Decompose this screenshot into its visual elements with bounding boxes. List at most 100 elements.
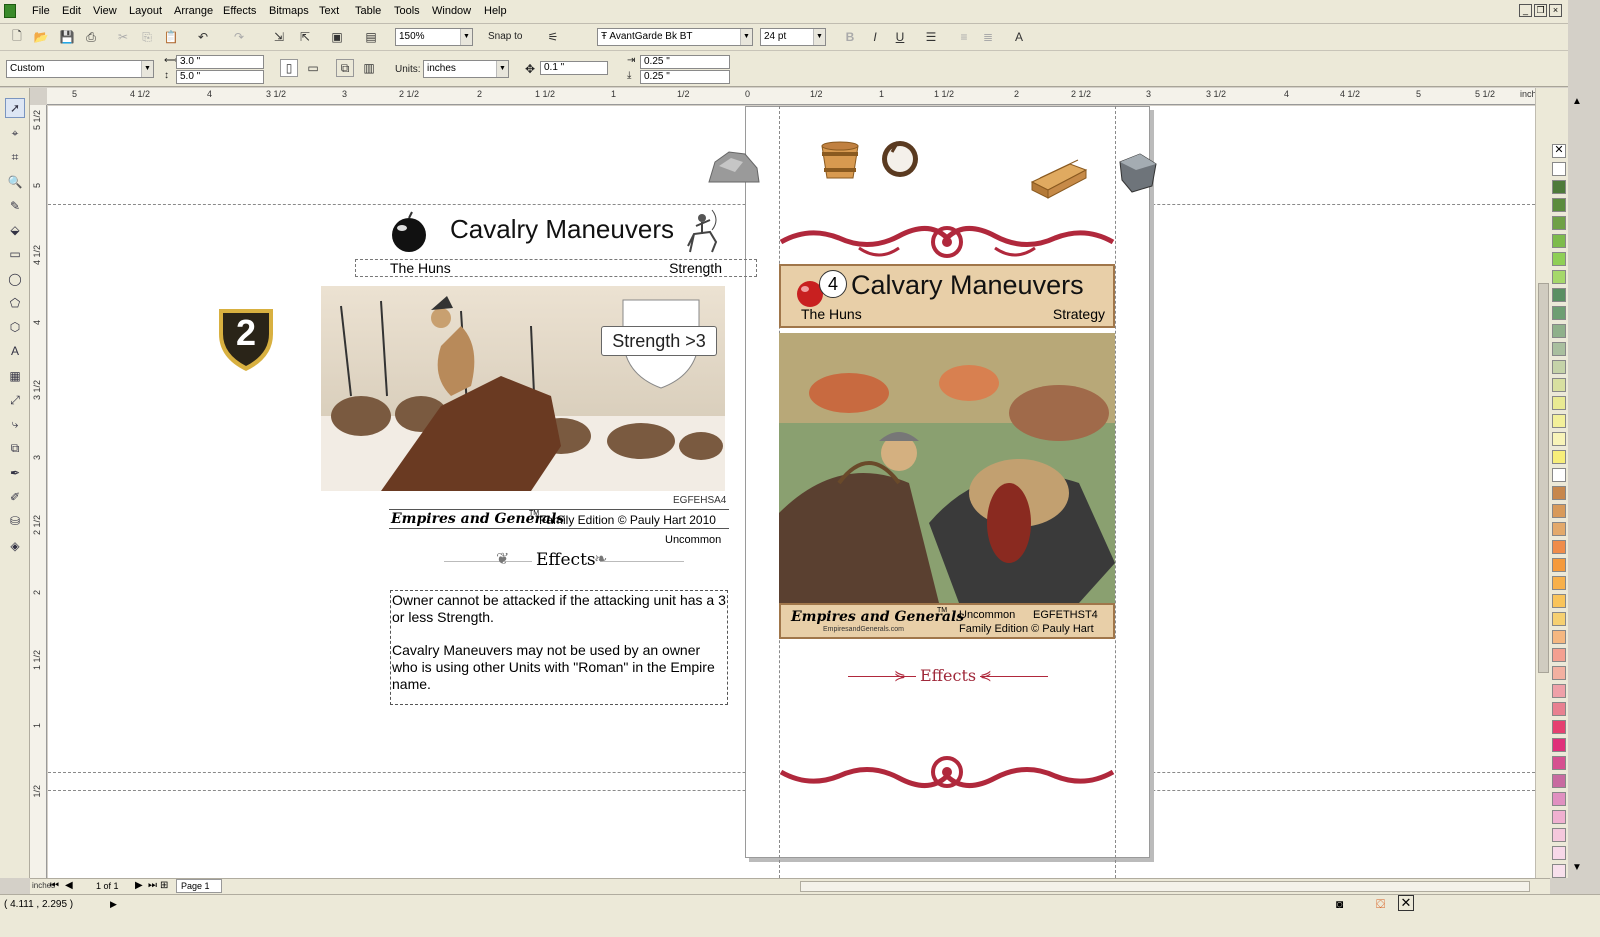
fill-indicator-icon[interactable]: ⛋ (1376, 897, 1385, 912)
connector-tool-icon[interactable]: ⤷ (5, 414, 25, 434)
color-swatch[interactable] (1552, 342, 1566, 356)
menu-effects[interactable]: Effects (223, 5, 256, 17)
no-color-swatch-icon[interactable]: ✕ (1552, 144, 1566, 158)
stone-block-icon[interactable] (1116, 150, 1160, 194)
status-expand-icon[interactable]: ▶ (110, 899, 117, 910)
color-swatch[interactable] (1552, 306, 1566, 320)
color-swatch[interactable] (1552, 414, 1566, 428)
color-swatch[interactable] (1552, 486, 1566, 500)
underline-icon[interactable]: U (891, 28, 909, 46)
paragraph-alignment-icon[interactable]: ☰ (922, 28, 940, 46)
color-swatch[interactable] (1552, 450, 1566, 464)
export-icon[interactable]: ⇱ (296, 28, 314, 46)
rectangle-tool-icon[interactable]: ▭ (5, 244, 25, 264)
edit-text-icon[interactable]: A (1010, 28, 1028, 46)
ellipse-tool-icon[interactable]: ◯ (5, 269, 25, 289)
menu-bitmaps[interactable]: Bitmaps (269, 5, 309, 17)
prev-page-icon[interactable]: ◀ (65, 880, 73, 891)
horizontal-scroll-track[interactable] (800, 881, 1530, 892)
color-swatch[interactable] (1552, 432, 1566, 446)
color-swatch[interactable] (1552, 630, 1566, 644)
nudge-distance-field[interactable]: 0.1 " (540, 61, 608, 75)
menu-arrange[interactable]: Arrange (174, 5, 213, 17)
polygon-tool-icon[interactable]: ⬠ (5, 293, 25, 313)
flour-bag-icon[interactable] (878, 136, 922, 180)
color-swatch[interactable] (1552, 684, 1566, 698)
drop-cap-icon[interactable]: ≣ (979, 28, 997, 46)
outline-tool-icon[interactable]: ✐ (5, 487, 25, 507)
color-swatch[interactable] (1552, 180, 1566, 194)
color-swatch[interactable] (1552, 738, 1566, 752)
current-page-icon[interactable]: ▥ (360, 59, 378, 77)
document-info-icon[interactable]: ◙ (1336, 897, 1343, 911)
drawing-canvas[interactable]: Cavalry Maneuvers The Huns Strength 2 St… (48, 106, 1550, 878)
color-swatch[interactable] (1552, 504, 1566, 518)
smart-fill-tool-icon[interactable]: ⬙ (5, 220, 25, 240)
bullet-list-icon[interactable]: ≡ (955, 28, 973, 46)
bold-icon[interactable]: B (841, 28, 859, 46)
basic-shapes-tool-icon[interactable]: ⬡ (5, 317, 25, 337)
wooden-bucket-icon[interactable] (818, 140, 862, 182)
vertical-scrollbar[interactable] (1535, 88, 1550, 878)
menu-edit[interactable]: Edit (62, 5, 81, 17)
color-swatch[interactable] (1552, 558, 1566, 572)
color-swatch[interactable] (1552, 666, 1566, 680)
interactive-fill-tool-icon[interactable]: ◈ (5, 536, 25, 556)
right-card-footer[interactable]: Empires and Generals TM EmpiresandGenera… (779, 603, 1115, 639)
import-icon[interactable]: ⇲ (270, 28, 288, 46)
color-swatch[interactable] (1552, 252, 1566, 266)
next-page-icon[interactable]: ▶ (135, 880, 143, 891)
crop-tool-icon[interactable]: ⌗ (5, 147, 25, 167)
color-swatch[interactable] (1552, 612, 1566, 626)
open-icon[interactable]: 📂 (32, 28, 50, 46)
last-page-icon[interactable]: ⏭ (148, 880, 157, 891)
left-card-effects-textbox[interactable]: Owner cannot be attacked if the attackin… (390, 590, 728, 705)
color-swatch[interactable] (1552, 828, 1566, 842)
color-swatch[interactable] (1552, 720, 1566, 734)
color-swatch[interactable] (1552, 648, 1566, 662)
color-swatch[interactable] (1552, 360, 1566, 374)
palette-scroll-up-icon[interactable]: ▲ (1572, 96, 1582, 107)
duplicate-distance-y-field[interactable]: 0.25 " (640, 70, 730, 84)
landscape-icon[interactable]: ▭ (304, 59, 322, 77)
duplicate-distance-x-field[interactable]: 0.25 " (640, 55, 730, 69)
add-page-icon[interactable]: ⊞ (160, 880, 168, 891)
menu-window[interactable]: Window (432, 5, 471, 17)
color-swatch[interactable] (1552, 198, 1566, 212)
paste-icon[interactable]: 📋 (162, 28, 180, 46)
all-pages-icon[interactable]: ⧉ (336, 59, 354, 77)
menu-view[interactable]: View (93, 5, 117, 17)
menu-layout[interactable]: Layout (129, 5, 162, 17)
rock-icon[interactable] (705, 144, 761, 188)
new-document-icon[interactable]: 🗋 (8, 28, 26, 46)
zoom-tool-icon[interactable]: 🔍 (5, 172, 25, 192)
page-preset-select[interactable]: Custom ▼ (6, 60, 154, 78)
color-swatch[interactable] (1552, 810, 1566, 824)
first-page-icon[interactable]: ⏮ (50, 880, 59, 891)
italic-icon[interactable]: I (866, 28, 884, 46)
color-swatch[interactable] (1552, 288, 1566, 302)
color-swatch[interactable] (1552, 522, 1566, 536)
color-swatch[interactable] (1552, 234, 1566, 248)
color-swatch[interactable] (1552, 540, 1566, 554)
color-swatch[interactable] (1552, 396, 1566, 410)
text-tool-icon[interactable]: A (5, 341, 25, 361)
right-card-title-banner[interactable]: 4 Calvary Maneuvers The Huns Strategy (779, 264, 1115, 328)
color-swatch[interactable] (1552, 270, 1566, 284)
menu-tools[interactable]: Tools (394, 5, 420, 17)
save-icon[interactable]: 💾 (58, 28, 76, 46)
eyedropper-tool-icon[interactable]: ✒ (5, 463, 25, 483)
color-swatch[interactable] (1552, 162, 1566, 176)
units-select[interactable]: inches ▼ (423, 60, 509, 78)
color-swatch[interactable] (1552, 594, 1566, 608)
copy-icon[interactable]: ⎘ (138, 28, 156, 46)
restore-icon[interactable]: ❐ (1534, 4, 1547, 17)
color-swatch[interactable] (1552, 792, 1566, 806)
color-swatch[interactable] (1552, 702, 1566, 716)
strength-requirement-label[interactable]: Strength >3 (601, 326, 717, 356)
palette-scroll-down-icon[interactable]: ▼ (1572, 862, 1582, 873)
font-size-select[interactable]: 24 pt ▼ (760, 28, 826, 46)
left-card-title[interactable]: Cavalry Maneuvers (450, 214, 674, 245)
freehand-tool-icon[interactable]: ✎ (5, 196, 25, 216)
cut-icon[interactable]: ✂ (114, 28, 132, 46)
